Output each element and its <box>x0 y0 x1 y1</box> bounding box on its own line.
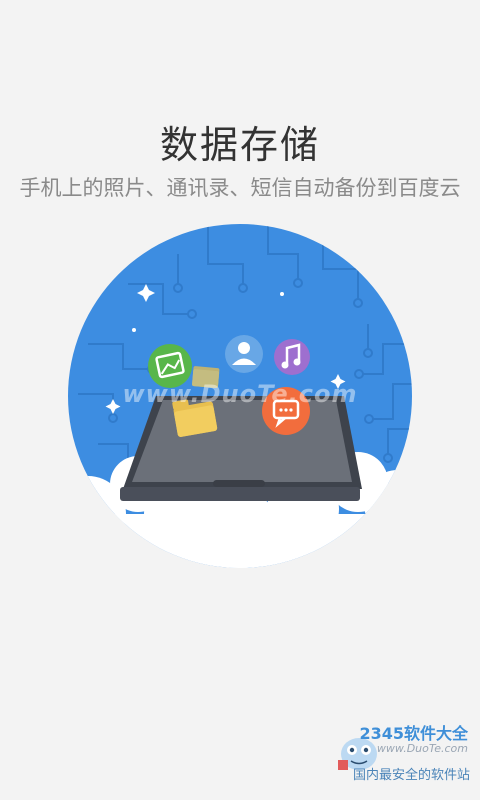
music-icon <box>274 339 310 375</box>
corner-url: www.DuoTe.com <box>376 742 468 755</box>
corner-logo: 2345软件大全 www.DuoTe.com 国内最安全的软件站 <box>334 720 474 790</box>
page-subtitle: 手机上的照片、通讯录、短信自动备份到百度云 <box>19 176 461 200</box>
onboarding-screen: 数据存储 手机上的照片、通讯录、短信自动备份到百度云 www.DuoTe.com… <box>0 0 480 800</box>
contact-icon <box>225 335 263 373</box>
watermark-text: www.DuoTe.com <box>122 380 358 408</box>
phone-graphic <box>120 396 362 501</box>
page-title: 数据存储 <box>159 123 320 167</box>
corner-slogan: 国内最安全的软件站 <box>352 768 470 783</box>
corner-brand: 2345软件大全 <box>359 724 468 743</box>
